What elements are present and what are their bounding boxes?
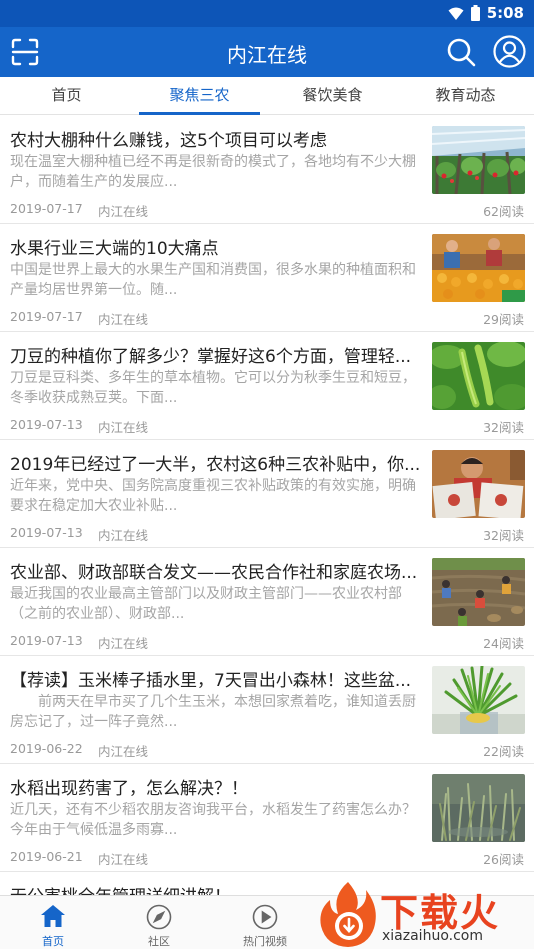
- article-item[interactable]: 农村大棚种什么赚钱，这5个项目可以考虑 现在温室大棚种植已经不再是很新奇的模式了…: [0, 116, 534, 224]
- article-date: 2019-07-17: [10, 201, 83, 216]
- article-title: 农业部、财政部联合发文——农民合作社和家庭农场...: [10, 563, 418, 583]
- article-reads: 26阅读: [483, 852, 524, 867]
- tab-food[interactable]: 餐饮美食: [266, 77, 399, 115]
- status-bar: 5:08: [0, 0, 534, 27]
- article-item[interactable]: 水果行业三大端的10大痛点 中国是世界上最大的水果生产国和消费国，很多水果的种植…: [0, 224, 534, 332]
- article-summary: 前两天在早市买了几个生玉米，本想回家煮着吃，谁知道丢厨房忘记了，过一阵子竟然..…: [10, 694, 416, 730]
- article-summary: 现在温室大棚种植已经不再是很新奇的模式了，各地均有不少大棚户，而随着生产的发展应…: [10, 154, 416, 190]
- article-source: 内江在线: [98, 204, 149, 219]
- article-title: 水果行业三大端的10大痛点: [10, 239, 219, 259]
- article-source: 内江在线: [98, 528, 149, 543]
- active-tab-indicator: [139, 112, 260, 115]
- nav-label: 热门视频: [243, 935, 287, 948]
- article-date: 2019-07-13: [10, 417, 83, 432]
- nav-hot-videos[interactable]: 热门视频: [212, 896, 318, 949]
- app-bar: 内江在线: [0, 27, 534, 77]
- article-date: 2019-07-13: [10, 633, 83, 648]
- article-summary: 刀豆是豆科类、多年生的草本植物。它可以分为秋季生豆和短豆，冬季收获成熟豆荚。下面…: [10, 370, 416, 406]
- tab-label: 餐饮美食: [302, 86, 363, 104]
- article-source: 内江在线: [98, 744, 149, 759]
- search-icon[interactable]: [446, 37, 476, 71]
- wifi-icon: [448, 6, 464, 25]
- article-summary: 近年来，党中央、国务院高度重视三农补贴政策的有效实施，明确要求在稳定加大农业补贴…: [10, 478, 416, 514]
- tab-home[interactable]: 首页: [0, 77, 133, 115]
- home-icon: [40, 904, 66, 932]
- tab-label: 首页: [51, 86, 82, 104]
- article-source: 内江在线: [98, 852, 149, 867]
- article-reads: 29阅读: [483, 312, 524, 327]
- tab-label: 聚焦三农: [169, 86, 230, 104]
- tab-education[interactable]: 教育动态: [399, 77, 532, 115]
- article-reads: 62阅读: [483, 204, 524, 219]
- article-title: 水稻出现药害了，怎么解决？！: [10, 779, 248, 799]
- field-harvest-image[interactable]: [432, 558, 525, 626]
- article-date: 2019-07-17: [10, 309, 83, 324]
- article-source: 内江在线: [98, 636, 149, 651]
- nav-home[interactable]: 首页: [0, 896, 106, 949]
- compass-icon: [146, 904, 172, 934]
- fruit-market-image[interactable]: [432, 234, 525, 302]
- article-item[interactable]: 【荐读】玉米棒子插水里，7天冒出小森林！这些盆... 前两天在早市买了几个生玉米…: [0, 656, 534, 764]
- tab-focus-agriculture[interactable]: 聚焦三农: [133, 77, 266, 115]
- user-icon[interactable]: [493, 35, 526, 72]
- article-summary: 最近我国的农业最高主管部门以及财政主管部门——农业农村部（之前的农业部）、财政部…: [10, 586, 402, 622]
- corn-sprouts-image[interactable]: [432, 666, 525, 734]
- nav-label: 社区: [148, 935, 170, 948]
- article-title: 【荐读】玉米棒子插水里，7天冒出小森林！这些盆...: [10, 671, 412, 691]
- article-summary: 近几天，还有不少稻农朋友咨询我平台，水稻发生了药害怎么办？今年由于气候低温多雨寡…: [10, 802, 416, 838]
- farmer-certificate-image[interactable]: [432, 450, 525, 518]
- article-source: 内江在线: [98, 420, 149, 435]
- article-source: 内江在线: [98, 312, 149, 327]
- article-summary: 中国是世界上最大的水果生产国和消费国，很多水果的种植面积和产量均居世界第一位。随…: [10, 262, 416, 298]
- article-list[interactable]: 农村大棚种什么赚钱，这5个项目可以考虑 现在温室大棚种植已经不再是很新奇的模式了…: [0, 116, 534, 895]
- nav-community[interactable]: 社区: [106, 896, 212, 949]
- article-item[interactable]: 水稻出现药害了，怎么解决？！ 近几天，还有不少稻农朋友咨询我平台，水稻发生了药害…: [0, 764, 534, 872]
- flame-logo-icon: [320, 882, 376, 947]
- tab-label: 教育动态: [435, 86, 496, 104]
- article-reads: 32阅读: [483, 420, 524, 435]
- article-reads: 22阅读: [483, 744, 524, 759]
- article-title: 农村大棚种什么赚钱，这5个项目可以考虑: [10, 131, 327, 151]
- article-date: 2019-06-21: [10, 849, 83, 864]
- battery-icon: [471, 5, 480, 25]
- article-date: 2019-07-13: [10, 525, 83, 540]
- article-title: 刀豆的种植你了解多少？掌握好这6个方面，管理轻...: [10, 347, 412, 367]
- article-title: 2019年已经过了一大半，农村这6种三农补贴中，你...: [10, 455, 421, 475]
- watermark-logo: 下载火 xiazaihuo.com: [316, 880, 534, 949]
- article-item[interactable]: 2019年已经过了一大半，农村这6种三农补贴中，你... 近年来，党中央、国务院…: [0, 440, 534, 548]
- rice-paddy-image[interactable]: [432, 774, 525, 842]
- category-tabs: 首页 聚焦三农 餐饮美食 教育动态: [0, 77, 534, 115]
- greenhouse-strawberry-image[interactable]: [432, 126, 525, 194]
- watermark-url: xiazaihuo.com: [382, 928, 483, 944]
- sword-bean-image[interactable]: [432, 342, 525, 410]
- article-reads: 24阅读: [483, 636, 524, 651]
- play-icon: [252, 904, 278, 934]
- article-item[interactable]: 刀豆的种植你了解多少？掌握好这6个方面，管理轻... 刀豆是豆科类、多年生的草本…: [0, 332, 534, 440]
- article-item[interactable]: 农业部、财政部联合发文——农民合作社和家庭农场... 最近我国的农业最高主管部门…: [0, 548, 534, 656]
- status-time: 5:08: [486, 4, 524, 22]
- nav-label: 首页: [42, 935, 64, 948]
- article-reads: 32阅读: [483, 528, 524, 543]
- article-date: 2019-06-22: [10, 741, 83, 756]
